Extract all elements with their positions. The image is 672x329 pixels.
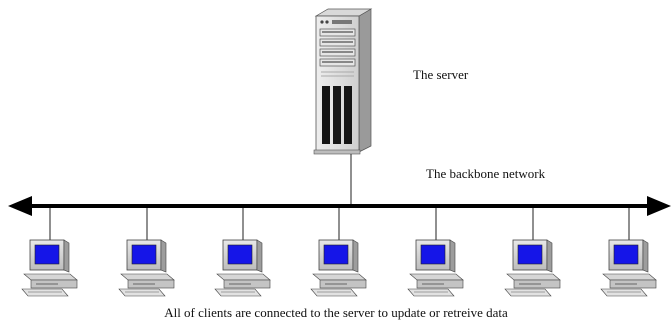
desktop-computer-icon bbox=[310, 239, 367, 297]
desktop-computer-icon bbox=[214, 239, 271, 297]
desktop-computer-icon bbox=[504, 239, 561, 297]
right-arrow-icon bbox=[647, 196, 671, 216]
desktop-computer-icon bbox=[118, 239, 175, 297]
server-icon bbox=[313, 8, 373, 155]
desktop-computer-icon bbox=[21, 239, 78, 297]
network-diagram bbox=[8, 8, 671, 297]
backbone-label: The backbone network bbox=[426, 166, 546, 181]
clients-group bbox=[21, 208, 657, 297]
caption: All of clients are connected to the serv… bbox=[164, 305, 508, 320]
desktop-computer-icon bbox=[600, 239, 657, 297]
left-arrow-icon bbox=[8, 196, 32, 216]
desktop-computer-icon bbox=[407, 239, 464, 297]
server-label: The server bbox=[413, 67, 469, 82]
